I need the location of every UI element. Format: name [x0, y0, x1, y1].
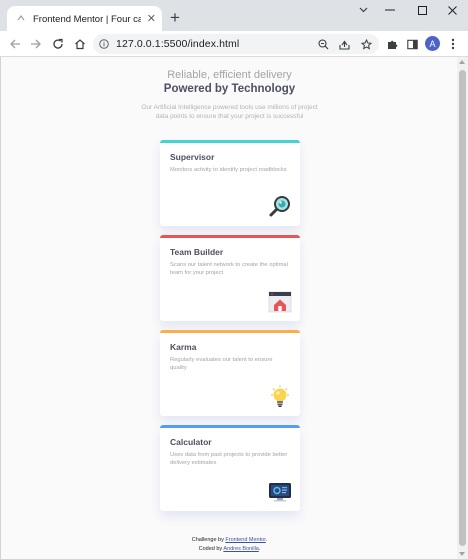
calculator-icon [268, 480, 292, 504]
page-description: Our Artificial Intelligence powered tool… [141, 104, 318, 121]
author-link[interactable]: Andres Bonilla [223, 546, 258, 552]
attribution-challenge-prefix: Challenge by [191, 537, 224, 543]
page-title: Powered by Technology [163, 83, 296, 95]
card-description: Scans our talent network to create the o… [170, 262, 288, 277]
attribution-challenge-suffix: . [265, 537, 268, 543]
url-text: 127.0.0.1:5500/index.html [116, 38, 240, 50]
zoom-icon[interactable] [316, 37, 330, 51]
extensions-puzzle-icon[interactable] [384, 36, 400, 52]
home-icon[interactable] [72, 36, 88, 52]
minimize-icon[interactable] [374, 0, 406, 20]
page-scrollbar[interactable] [457, 57, 468, 559]
page-subtitle: Reliable, efficient delivery [167, 69, 292, 81]
new-tab-icon[interactable]: + [170, 9, 180, 26]
address-bar[interactable]: 127.0.0.1:5500/index.html [93, 34, 379, 54]
card-team-builder: Team Builder Scans our talent network to… [160, 235, 300, 321]
tab-title: Frontend Mentor | Four card feat [33, 13, 141, 25]
card-description: Uses data from past projects to provide … [170, 452, 288, 467]
browser-tabstrip: Frontend Mentor | Four card feat ✕ + [0, 0, 468, 32]
scroll-down-arrow-icon[interactable] [459, 552, 465, 556]
browser-tab[interactable]: Frontend Mentor | Four card feat ✕ [7, 6, 162, 32]
frontend-mentor-favicon-icon [16, 14, 26, 24]
site-info-icon[interactable] [99, 39, 109, 49]
back-icon[interactable] [7, 36, 23, 52]
scrollbar-thumb[interactable] [459, 70, 466, 546]
card-supervisor: Supervisor Monitors activity to identify… [160, 140, 300, 226]
card-calculator: Calculator Uses data from past projects … [160, 425, 300, 511]
card-title: Karma [170, 342, 197, 352]
scroll-up-arrow-icon[interactable] [459, 60, 465, 64]
card-description: Regularly evaluates our talent to ensure… [170, 357, 273, 372]
attribution-footer: Challenge by Frontend Mentor. Coded by A… [1, 536, 457, 554]
side-panel-icon[interactable] [404, 36, 420, 52]
reload-icon[interactable] [50, 36, 66, 52]
card-title: Team Builder [170, 247, 224, 257]
maximize-icon[interactable] [406, 0, 438, 20]
profile-avatar[interactable]: A [425, 36, 440, 51]
share-icon[interactable] [337, 37, 351, 51]
card-title: Calculator [170, 437, 212, 447]
browser-menu-icon[interactable] [445, 36, 461, 52]
lightbulb-icon [268, 385, 292, 409]
page-header: Reliable, efficient delivery Powered by … [1, 69, 457, 122]
attribution-coded-prefix: Coded by [198, 545, 223, 552]
card-description: Monitors activity to identify project ro… [170, 167, 287, 173]
attribution-coded-suffix: . [258, 545, 261, 552]
card-title: Supervisor [170, 152, 215, 162]
team-builder-icon [268, 290, 292, 314]
frontend-mentor-link[interactable]: Frontend Mentor [225, 537, 265, 543]
magnifier-icon [268, 195, 292, 219]
bookmark-star-icon[interactable] [359, 37, 373, 51]
close-window-icon[interactable] [436, 0, 468, 20]
browser-toolbar: 127.0.0.1:5500/index.html A [0, 31, 468, 57]
page-viewport: Reliable, efficient delivery Powered by … [0, 57, 457, 559]
card-karma: Karma Regularly evaluates our talent to … [160, 330, 300, 416]
forward-icon[interactable] [28, 36, 44, 52]
tab-close-icon[interactable]: ✕ [147, 13, 156, 25]
